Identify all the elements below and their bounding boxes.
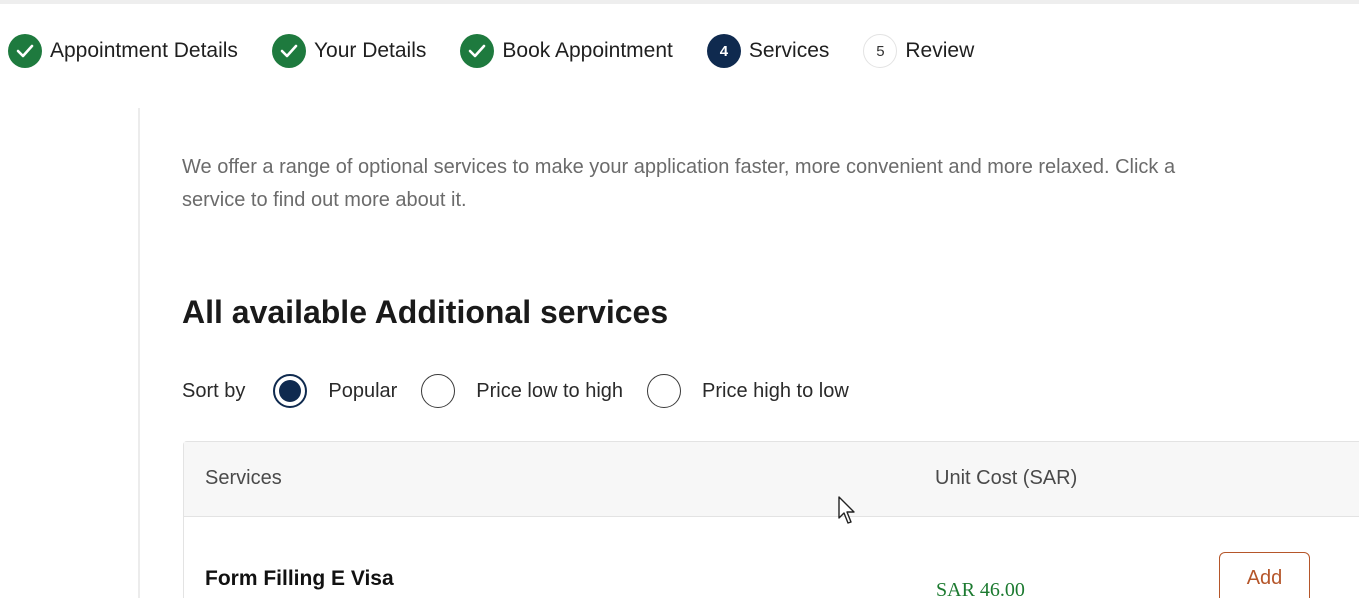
step-number-badge: 5 bbox=[863, 34, 898, 68]
step-label: Appointment Details bbox=[50, 39, 238, 62]
radio-button[interactable] bbox=[273, 374, 308, 408]
add-service-button[interactable]: Add bbox=[1219, 552, 1310, 598]
header-services: Services bbox=[205, 467, 282, 489]
step-label: Book Appointment bbox=[502, 39, 673, 62]
sort-option-label: Price high to low bbox=[702, 379, 849, 402]
sort-option-price-low-high[interactable]: Price low to high bbox=[421, 374, 623, 408]
mouse-cursor-icon bbox=[838, 496, 855, 524]
table-header: Services Unit Cost (SAR) bbox=[184, 442, 1359, 517]
sort-option-label: Popular bbox=[328, 379, 398, 402]
header-unit-cost: Unit Cost (SAR) bbox=[935, 467, 1078, 489]
sort-option-price-high-low[interactable]: Price high to low bbox=[647, 374, 849, 408]
intro-line: We offer a range of optional services to… bbox=[182, 156, 1176, 178]
step-review[interactable]: 5 Review bbox=[863, 34, 974, 68]
step-services[interactable]: 4 Services bbox=[706, 34, 830, 68]
check-icon bbox=[8, 34, 42, 68]
step-your-details[interactable]: Your Details bbox=[271, 34, 427, 68]
step-number-badge: 4 bbox=[706, 34, 741, 68]
top-border bbox=[0, 0, 1359, 4]
check-icon bbox=[460, 34, 495, 68]
check-icon bbox=[271, 34, 306, 68]
services-table: Services Unit Cost (SAR) Form Filling E … bbox=[183, 441, 1359, 598]
progress-stepper: Appointment Details Your Details Book Ap… bbox=[8, 32, 1008, 70]
sort-label: Sort by bbox=[182, 379, 246, 402]
sort-control: Sort by Popular Price low to high Price … bbox=[182, 371, 873, 411]
step-label: Review bbox=[905, 39, 975, 62]
step-label: Services bbox=[748, 39, 830, 62]
radio-dot bbox=[279, 380, 302, 402]
intro-line: service to find out more about it. bbox=[182, 189, 467, 211]
service-name[interactable]: Form Filling E Visa bbox=[205, 567, 394, 591]
step-label: Your Details bbox=[313, 39, 427, 62]
sort-option-label: Price low to high bbox=[476, 379, 624, 402]
intro-text: We offer a range of optional services to… bbox=[182, 151, 1359, 217]
step-book-appointment[interactable]: Book Appointment bbox=[460, 34, 673, 68]
section-title: All available Additional services bbox=[182, 294, 669, 330]
panel-divider bbox=[138, 108, 140, 598]
table-row[interactable]: Form Filling E Visa SAR 46.00 Add bbox=[184, 517, 1359, 598]
sort-option-popular[interactable]: Popular bbox=[273, 374, 397, 408]
radio-button[interactable] bbox=[421, 374, 456, 408]
service-cost: SAR 46.00 bbox=[936, 579, 1025, 598]
step-appointment-details[interactable]: Appointment Details bbox=[8, 34, 238, 68]
radio-button[interactable] bbox=[647, 374, 682, 408]
